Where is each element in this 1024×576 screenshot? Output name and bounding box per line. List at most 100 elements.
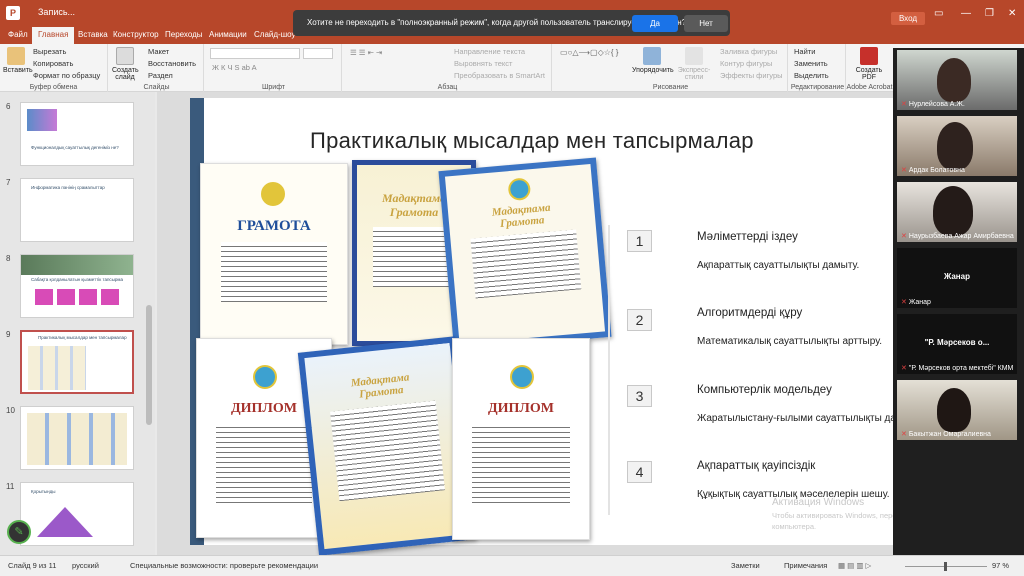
arrange-icon [643,47,661,65]
drawing-label: Рисование [652,84,689,91]
participant-video [937,388,971,432]
thumbnail-scrollbar[interactable] [146,305,152,425]
notification-no-button[interactable]: Нет [684,15,728,32]
sign-in-button[interactable]: Вход [891,12,925,25]
arrange-button[interactable]: Упорядочить [632,47,674,74]
certificate-diplom-2: ДИПЛОМ [452,338,590,540]
timeline-line [608,225,610,515]
step-subtitle: Жаратылыстану-ғылыми сауаттылықты дамыту… [697,413,893,424]
paragraph-group: ☰ ☰ ⇤ ⇥ Направление текста Выровнять тек… [344,44,552,92]
tab-animations[interactable]: Анимации [209,30,247,39]
drawing-group: ▭○△⟶▢◇☆{ } Упорядочить Экспресс-стили За… [554,44,788,92]
participant-tile[interactable]: ✕ Нурлейсова А.Ж. [897,50,1017,110]
participant-label: "Р. Мәрсеков о... [924,338,990,347]
certificate-text [472,423,570,503]
certificate-text [215,423,313,503]
status-bar: Слайд 9 из 11 русский Специальные возмож… [0,555,1024,576]
emblem-icon [507,177,532,202]
shape-effects-button[interactable]: Эффекты фигуры [720,71,783,80]
participant-label: Жанар [944,272,970,281]
step-number: 3 [627,385,652,407]
tab-file[interactable]: Файл [8,30,28,39]
close-icon[interactable]: ✕ [1008,8,1016,19]
minimize-icon[interactable]: — [961,8,971,19]
participant-tile[interactable]: "Р. Мәрсеков о... ✕ "Р. Мәрсеков орта ме… [897,314,1017,374]
font-format-icons[interactable]: Ж К Ч S ab A [212,63,257,72]
replace-button[interactable]: Заменить [794,59,828,68]
tab-insert[interactable]: Вставка [78,30,108,39]
certificate-heading: ДИПЛОМ [488,401,554,416]
view-buttons[interactable]: ▦ ▤ ▥ ▷ [838,561,871,570]
text-direction-button[interactable]: Направление текста [454,47,525,56]
align-text-button[interactable]: Выровнять текст [454,59,512,68]
pen-tool-icon[interactable]: ✎ [7,520,31,544]
shape-outline-button[interactable]: Контур фигуры [720,59,772,68]
layout-button[interactable]: Макет [148,47,169,56]
section-button[interactable]: Раздел [148,71,173,80]
step-title: Ақпараттық қауіпсіздік [697,460,816,472]
tab-transitions[interactable]: Переходы [165,30,203,39]
shape-fill-button[interactable]: Заливка фигуры [720,47,777,56]
comments-button[interactable]: Примечания [784,561,827,570]
emblem-icon [261,182,285,206]
format-painter-button[interactable]: Формат по образцу [33,71,100,80]
language-indicator[interactable]: русский [72,561,99,570]
slide-thumbnail-8[interactable]: Сабақта қолданылатын қызметтік тапсырма [20,254,134,318]
tab-home[interactable]: Главная [32,27,75,44]
maximize-icon[interactable]: ❐ [985,8,994,19]
notes-button[interactable]: Заметки [731,561,760,570]
zoom-level[interactable]: 97 % [992,561,1009,570]
mic-muted-icon: ✕ [901,299,907,306]
font-group: Ж К Ч S ab A Шрифт [206,44,342,92]
step-subtitle: Математикалық сауаттылықты арттыру. [697,336,882,347]
create-pdf-button[interactable]: Создать PDF [852,47,886,81]
step-subtitle: Ақпараттық сауаттылықты дамыту. [697,260,860,271]
emblem-icon [510,365,534,389]
slide-thumbnail-6[interactable]: Функционалдық сауаттылық дегеніміз не? [20,102,134,166]
certificate-text [221,242,327,302]
reset-button[interactable]: Восстановить [148,59,196,68]
slide-thumbnail-7[interactable]: Информатика пәнінің срамалыттар [20,178,134,242]
list-icons[interactable]: ☰ ☰ ⇤ ⇥ [350,48,382,57]
select-button[interactable]: Выделить [794,71,829,80]
windows-activation-title: Активация Windows [772,497,865,508]
slides-label: Слайды [143,84,170,91]
slide-number: 11 [6,482,15,491]
participant-tile[interactable]: ✕ Ардак Болатовна [897,116,1017,176]
participant-tile[interactable]: Жанар ✕ Жанар [897,248,1017,308]
zoom-slider-thumb[interactable] [944,562,947,571]
font-size-box[interactable] [303,48,333,59]
slide-thumbnail-11[interactable]: Қорытынды [20,482,134,546]
slide-thumbnail-9[interactable]: Практикалық мысалдар мен тапсырмалар [20,330,134,394]
new-slide-button[interactable]: Создать слайд [112,47,139,81]
smartart-button[interactable]: Преобразовать в SmartArt [454,71,545,80]
participant-name: ✕ Бакытжан Омаргалиевна [901,431,991,438]
paste-button[interactable]: Вставить [3,47,33,74]
shapes-gallery[interactable]: ▭○△⟶▢◇☆{ } [560,48,618,57]
participants-panel: ✕ Нурлейсова А.Ж. ✕ Ардак Болатовна ✕ На… [893,48,1024,555]
slide-number: 8 [6,254,11,263]
find-button[interactable]: Найти [794,47,815,56]
quick-styles-button[interactable]: Экспресс-стили [676,47,712,81]
participant-tile[interactable]: ✕ Наурызбаева Ажар Амирбаевна [897,182,1017,242]
quick-styles-label: Экспресс-стили [677,67,711,81]
slide-thumbnail-10[interactable] [20,406,134,470]
tab-slideshow[interactable]: Слайд-шоу [254,30,295,39]
participant-tile[interactable]: ✕ Бакытжан Омаргалиевна [897,380,1017,440]
font-name-box[interactable] [210,48,300,59]
notification-yes-button[interactable]: Да [632,15,678,32]
slide-number: 6 [6,102,11,111]
copy-button[interactable]: Копировать [33,59,73,68]
participant-video [937,122,973,170]
paste-icon [7,47,25,65]
thumb-title: Информатика пәнінің срамалыттар [31,185,105,190]
font-label: Шрифт [261,84,286,91]
slide-number: 10 [6,406,15,415]
step-number: 1 [627,230,652,252]
tab-design[interactable]: Конструктор [113,30,159,39]
cut-button[interactable]: Вырезать [33,47,66,56]
accessibility-check[interactable]: Специальные возможности: проверьте реком… [130,561,318,570]
ribbon-options-icon[interactable]: ▭ [934,8,943,19]
step-title: Алгоритмдерді құру [697,307,803,319]
paste-label: Вставить [3,67,33,74]
